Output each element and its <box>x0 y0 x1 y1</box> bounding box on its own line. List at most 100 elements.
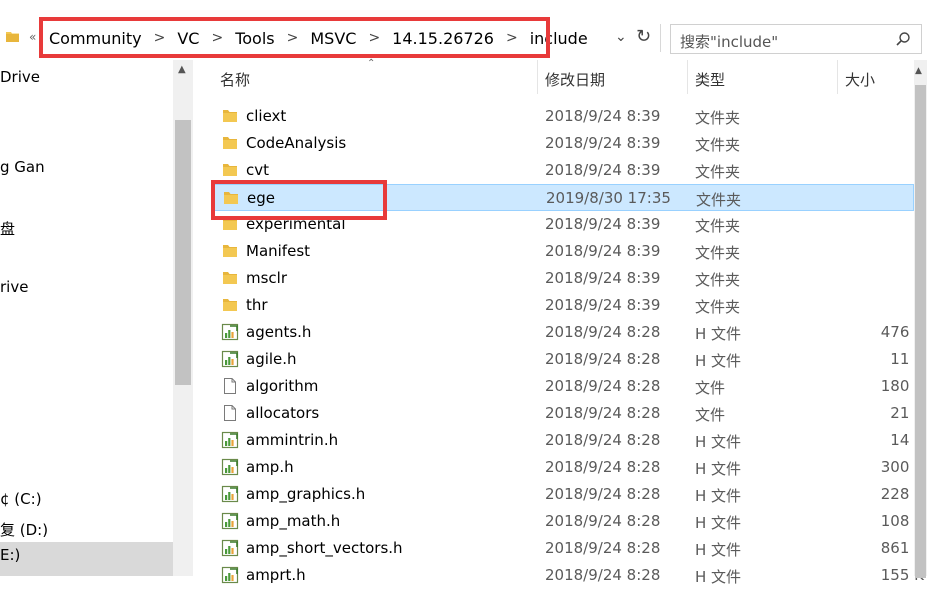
file-type: H 文件 <box>695 352 742 370</box>
file-name: amp_graphics.h <box>246 485 366 503</box>
file-type: 文件夹 <box>696 191 742 209</box>
scroll-up-icon[interactable]: ▲ <box>178 64 186 75</box>
breadcrumb-vc[interactable]: VC <box>173 29 203 48</box>
column-header-name[interactable]: 名称 <box>220 69 250 107</box>
column-divider[interactable] <box>537 60 538 94</box>
column-divider[interactable] <box>837 60 838 94</box>
table-row[interactable]: algorithm 2018/9/24 8:28 文件 180 K <box>211 373 924 400</box>
file-date: 2018/9/24 8:28 <box>545 404 661 422</box>
file-name: ege <box>247 189 275 207</box>
file-date: 2018/9/24 8:39 <box>545 296 661 314</box>
nav-item[interactable]: 盘 <box>0 218 15 239</box>
table-row[interactable]: amp_graphics.h 2018/9/24 8:28 H 文件 228 K <box>211 481 924 508</box>
file-type: 文件夹 <box>695 109 741 127</box>
column-divider[interactable] <box>687 60 688 94</box>
file-name: allocators <box>246 404 320 422</box>
table-row[interactable]: CodeAnalysis 2018/9/24 8:39 文件夹 <box>211 130 914 157</box>
header-file-icon <box>221 323 239 341</box>
column-header-date[interactable]: 修改日期 <box>545 69 605 107</box>
refresh-icon[interactable]: ↻ <box>636 26 651 47</box>
breadcrumb-msvc[interactable]: MSVC <box>306 29 360 48</box>
file-name: amp_math.h <box>246 512 341 530</box>
folder-icon <box>221 296 239 314</box>
file-date: 2018/9/24 8:28 <box>545 566 661 584</box>
breadcrumb-separator-icon[interactable]: > <box>360 30 388 46</box>
nav-selected-item[interactable] <box>0 542 173 576</box>
file-name: cvt <box>246 161 270 179</box>
table-row[interactable]: msclr 2018/9/24 8:39 文件夹 <box>211 265 914 292</box>
table-row[interactable]: ege 2019/8/30 17:35 文件夹 <box>211 184 914 211</box>
table-row[interactable]: allocators 2018/9/24 8:28 文件 21 K <box>211 400 924 427</box>
breadcrumb-version[interactable]: 14.15.26726 <box>388 29 498 48</box>
search-icon[interactable] <box>895 31 911 47</box>
file-date: 2018/9/24 8:28 <box>545 512 661 530</box>
file-date: 2019/8/30 17:35 <box>546 189 671 207</box>
overflow-chevron-icon[interactable]: « <box>29 30 36 44</box>
breadcrumb-separator-icon[interactable]: > <box>203 30 231 46</box>
folder-icon <box>221 107 239 125</box>
file-date: 2018/9/24 8:39 <box>545 269 661 287</box>
table-row[interactable]: agile.h 2018/9/24 8:28 H 文件 11 K <box>211 346 924 373</box>
file-type: H 文件 <box>695 433 742 451</box>
table-row[interactable]: ammintrin.h 2018/9/24 8:28 H 文件 14 K <box>211 427 924 454</box>
nav-item-drive-e[interactable]: E:) <box>0 546 20 564</box>
table-row[interactable]: experimental 2018/9/24 8:39 文件夹 <box>211 211 914 238</box>
folder-icon <box>221 242 239 260</box>
breadcrumb-include[interactable]: include <box>526 29 592 48</box>
table-row[interactable]: amp.h 2018/9/24 8:28 H 文件 300 K <box>211 454 924 481</box>
nav-item[interactable]: rive <box>0 278 28 296</box>
table-row[interactable]: thr 2018/9/24 8:39 文件夹 <box>211 292 914 319</box>
file-date: 2018/9/24 8:28 <box>545 377 661 395</box>
breadcrumb-separator-icon[interactable]: > <box>498 30 526 46</box>
file-list-scrollbar[interactable]: ▲ <box>914 60 927 578</box>
table-row[interactable]: Manifest 2018/9/24 8:39 文件夹 <box>211 238 914 265</box>
file-name: experimental <box>246 215 346 233</box>
nav-scrollbar-thumb[interactable] <box>175 120 191 385</box>
table-row[interactable]: cvt 2018/9/24 8:39 文件夹 <box>211 157 914 184</box>
file-date: 2018/9/24 8:39 <box>545 215 661 233</box>
file-type: 文件夹 <box>695 217 741 235</box>
table-row[interactable]: amp_short_vectors.h 2018/9/24 8:28 H 文件 861… <box>211 535 924 562</box>
folder-icon <box>221 134 239 152</box>
file-name: cliext <box>246 107 287 125</box>
nav-item[interactable]: Drive <box>0 68 40 86</box>
file-type: 文件 <box>695 406 726 424</box>
nav-item[interactable]: g Gan <box>0 158 45 176</box>
search-placeholder[interactable]: 搜索"include" <box>680 31 778 52</box>
header-file-icon <box>221 431 239 449</box>
breadcrumb[interactable]: Community > VC > Tools > MSVC > 14.15.26… <box>45 22 592 54</box>
file-type: 文件夹 <box>695 271 741 289</box>
file-name: algorithm <box>246 377 319 395</box>
file-icon <box>221 377 239 395</box>
header-file-icon <box>221 350 239 368</box>
file-date: 2018/9/24 8:28 <box>545 539 661 557</box>
file-name: agents.h <box>246 323 312 341</box>
table-row[interactable]: cliext 2018/9/24 8:39 文件夹 <box>211 103 914 130</box>
file-date: 2018/9/24 8:28 <box>545 323 661 341</box>
search-box[interactable]: 搜索"include" <box>670 24 922 54</box>
file-name: ammintrin.h <box>246 431 339 449</box>
breadcrumb-community[interactable]: Community <box>45 29 146 48</box>
file-date: 2018/9/24 8:39 <box>545 161 661 179</box>
nav-item[interactable]: 复 (D:) <box>0 519 48 540</box>
file-name: agile.h <box>246 350 297 368</box>
chevron-down-icon[interactable]: ⌄ <box>615 29 627 45</box>
breadcrumb-separator-icon[interactable]: > <box>146 30 174 46</box>
scroll-up-icon[interactable]: ▲ <box>915 66 922 76</box>
file-type: 文件 <box>695 379 726 397</box>
column-header-size[interactable]: 大小 <box>845 69 875 107</box>
table-row[interactable]: agents.h 2018/9/24 8:28 H 文件 476 K <box>211 319 924 346</box>
header-file-icon <box>221 485 239 503</box>
header-file-icon <box>221 458 239 476</box>
breadcrumb-tools[interactable]: Tools <box>231 29 278 48</box>
folder-icon <box>6 32 19 42</box>
breadcrumb-separator-icon[interactable]: > <box>279 30 307 46</box>
nav-scrollbar[interactable]: ▲ <box>173 60 193 576</box>
nav-item[interactable]: ¢ (C:) <box>0 490 42 508</box>
file-list-scrollbar-thumb[interactable] <box>915 85 926 578</box>
column-header-type[interactable]: 类型 <box>695 69 725 107</box>
file-type: H 文件 <box>695 541 742 559</box>
header-file-icon <box>221 512 239 530</box>
table-row[interactable]: amp_math.h 2018/9/24 8:28 H 文件 108 K <box>211 508 924 535</box>
file-type: 文件夹 <box>695 163 741 181</box>
